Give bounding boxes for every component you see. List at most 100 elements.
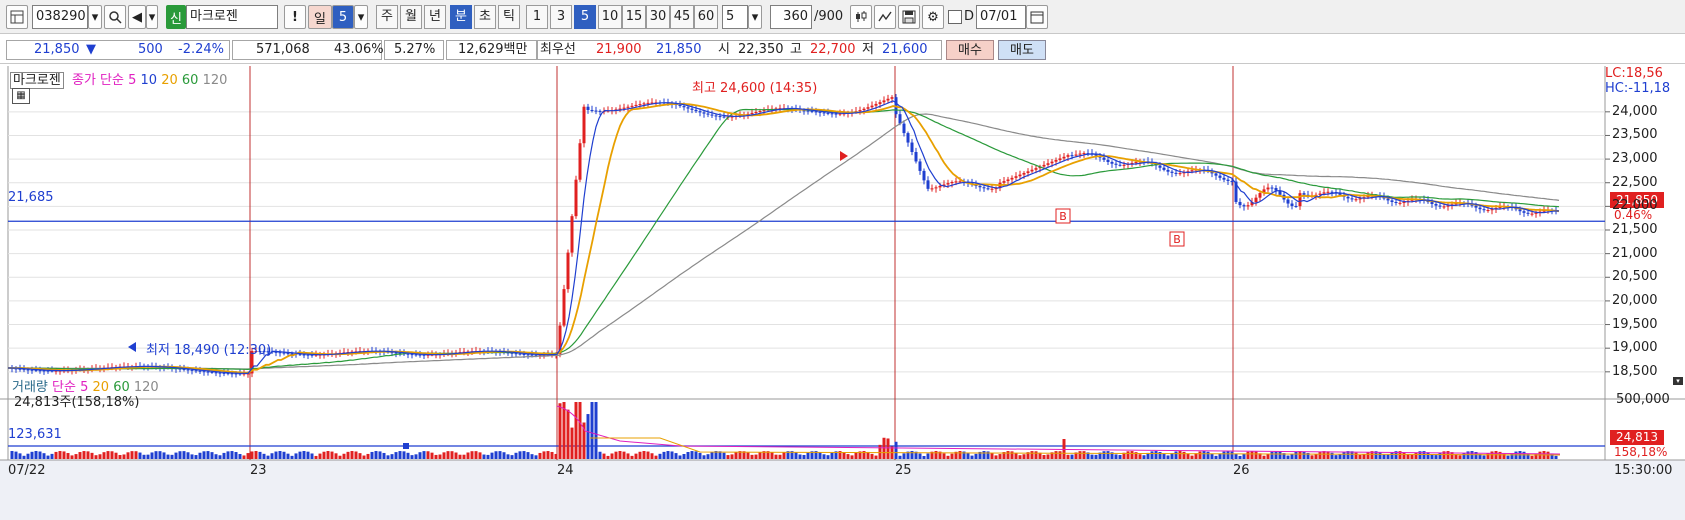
chart-canvas[interactable]: BB xyxy=(0,66,1685,520)
candle-body xyxy=(1226,179,1230,181)
volume-bar xyxy=(170,454,174,459)
stock-code-input[interactable]: 038290 xyxy=(32,5,88,29)
interval-5-button[interactable]: 5 xyxy=(574,5,596,29)
volume-bar xyxy=(922,455,926,459)
count-select[interactable]: 5 xyxy=(722,5,748,29)
volume-bar xyxy=(818,452,822,459)
chevron-down-icon[interactable]: ▾ xyxy=(146,5,158,29)
stock-name-input[interactable]: 마크로젠 xyxy=(186,5,278,29)
date-input[interactable]: 07/01 xyxy=(976,5,1026,29)
layout-icon[interactable] xyxy=(6,5,28,29)
legend-close-ma[interactable]: 종가 단순 xyxy=(72,73,124,88)
volume-bar xyxy=(150,452,154,459)
high-price: 22,700 xyxy=(810,42,856,57)
volume-bar xyxy=(974,453,978,459)
interval-1-button[interactable]: 1 xyxy=(526,5,548,29)
candle-body xyxy=(1294,205,1298,207)
interval-10-button[interactable]: 10 xyxy=(598,5,622,29)
volume-bar xyxy=(1070,454,1074,459)
volume-bar xyxy=(346,451,350,459)
period-second-button[interactable]: 초 xyxy=(474,5,496,29)
chevron-down-icon[interactable]: ▾ xyxy=(748,5,762,29)
indicator-icon[interactable] xyxy=(874,5,896,29)
volume-bar xyxy=(1342,452,1346,459)
candle-body xyxy=(1214,173,1218,176)
interval-45-button[interactable]: 45 xyxy=(670,5,694,29)
chevron-down-icon[interactable]: ▾ xyxy=(354,5,368,29)
volume-bar xyxy=(286,453,290,459)
period-minute-button[interactable]: 분 xyxy=(450,5,472,29)
candle-body xyxy=(1230,180,1234,182)
candle-body xyxy=(1074,154,1078,156)
candle-body xyxy=(1174,172,1178,174)
volume-bar xyxy=(374,451,378,459)
volume-bar xyxy=(190,454,194,459)
volume-bar xyxy=(1058,451,1062,459)
chevron-down-icon[interactable]: ▾ xyxy=(88,5,102,29)
volume-bar xyxy=(242,455,246,459)
candle-settings-icon[interactable] xyxy=(850,5,872,29)
volume-bar xyxy=(690,451,694,459)
candle-body xyxy=(1238,201,1242,206)
period-day-button[interactable]: 일 xyxy=(308,5,332,29)
volume-bar xyxy=(454,452,458,459)
search-icon[interactable] xyxy=(104,5,126,29)
buy-button[interactable]: 매수 xyxy=(946,40,994,60)
period-week-button[interactable]: 주 xyxy=(376,5,398,29)
volume-bar xyxy=(466,452,470,459)
volume-bar xyxy=(14,451,18,459)
volume-bar xyxy=(654,455,658,459)
calendar-icon[interactable] xyxy=(1026,5,1048,29)
period-tick-button[interactable]: 틱 xyxy=(498,5,520,29)
sell-button[interactable]: 매도 xyxy=(998,40,1046,60)
volume-bar xyxy=(698,452,702,459)
gear-icon[interactable]: ⚙ xyxy=(922,5,944,29)
legend-stock-name[interactable]: 마크로젠 xyxy=(10,72,64,89)
legend-ma5[interactable]: 5 xyxy=(128,73,136,88)
save-icon[interactable] xyxy=(898,5,920,29)
volume-bar xyxy=(530,454,534,459)
candle-body xyxy=(590,109,594,111)
volume-bar xyxy=(506,454,510,459)
open-label: 시 xyxy=(718,42,730,57)
period-value[interactable]: 5 xyxy=(332,5,354,29)
period-year-button[interactable]: 년 xyxy=(424,5,446,29)
candle-body xyxy=(918,161,922,171)
volume-bar xyxy=(206,451,210,459)
d-checkbox[interactable] xyxy=(948,10,962,24)
candle-body xyxy=(302,354,306,356)
legend-ma10[interactable]: 10 xyxy=(141,73,158,88)
period-month-button[interactable]: 월 xyxy=(400,5,422,29)
volume-bar xyxy=(1030,451,1034,459)
legend-ma60[interactable]: 60 xyxy=(182,73,199,88)
panel-collapse-icon[interactable]: ▾ xyxy=(1673,377,1683,385)
interval-30-button[interactable]: 30 xyxy=(646,5,670,29)
trade-volume: 571,068 xyxy=(256,42,310,57)
candle-body xyxy=(562,289,566,326)
range-input[interactable]: 360 xyxy=(770,5,812,29)
candle-body xyxy=(1326,191,1330,193)
interval-60-button[interactable]: 60 xyxy=(694,5,718,29)
speaker-icon[interactable]: ◀ xyxy=(128,5,146,29)
volume-bar xyxy=(250,451,254,459)
volume-bar xyxy=(394,452,398,459)
grid-settings-icon[interactable]: ▦ xyxy=(12,88,30,104)
candle-body xyxy=(906,133,910,143)
legend-ma20[interactable]: 20 xyxy=(161,73,178,88)
candle-body xyxy=(1266,187,1270,190)
low-price: 21,600 xyxy=(882,42,928,57)
candle-body xyxy=(1042,164,1046,167)
volume-bar xyxy=(982,451,986,459)
alert-button[interactable]: ! xyxy=(284,5,306,29)
volume-bar xyxy=(110,451,114,459)
interval-3-button[interactable]: 3 xyxy=(550,5,572,29)
volume-bar xyxy=(1498,451,1502,459)
candle-body xyxy=(706,113,710,115)
legend-ma120[interactable]: 120 xyxy=(203,73,228,88)
volume-bar xyxy=(706,454,710,459)
stock-chart[interactable]: BB 마크로젠 종가 단순 5 10 20 60 120 ▦ LC:18,56 … xyxy=(0,66,1685,520)
candle-body xyxy=(1030,169,1034,172)
y-tick-label: 20,500 xyxy=(1612,269,1658,285)
interval-15-button[interactable]: 15 xyxy=(622,5,646,29)
volume-bar xyxy=(246,453,250,459)
